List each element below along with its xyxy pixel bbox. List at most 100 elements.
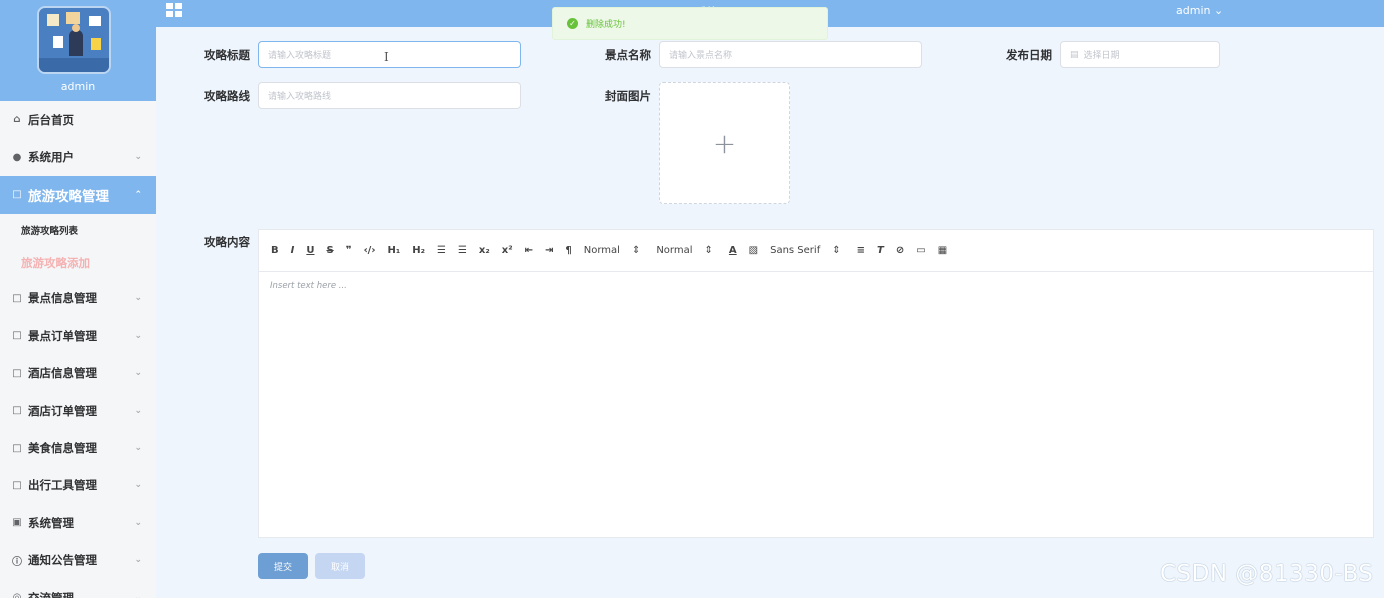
date-label: 发布日期 — [1006, 48, 1052, 62]
folder-icon: □ — [12, 189, 22, 201]
text-direction-button[interactable]: ¶ — [565, 245, 571, 256]
sidebar-subitem-guide-list[interactable]: 旅游攻略列表 — [0, 213, 156, 247]
font-select[interactable]: Sans Serif ⇕ — [770, 245, 841, 256]
chevron-down-icon: ⌄ — [134, 152, 142, 163]
header1-button[interactable]: H₁ — [387, 245, 400, 256]
sidebar-item-label: 酒店信息管理 — [28, 366, 97, 381]
folder-icon: □ — [12, 405, 22, 417]
select-arrows-icon: ⇕ — [832, 245, 841, 256]
content-label: 攻略内容 — [204, 235, 250, 249]
sidebar-item-exchange[interactable]: ◎ 交流管理 ⌄ — [0, 579, 156, 598]
chevron-down-icon: ⌄ — [134, 293, 142, 304]
clear-format-button[interactable]: T — [877, 245, 884, 256]
bullet-list-button[interactable]: ☰ — [458, 245, 467, 256]
title-placeholder: 请输入攻略标题 — [268, 51, 332, 61]
sidebar-username: admin — [60, 80, 96, 93]
avatar[interactable] — [37, 6, 111, 74]
toast-message: 删除成功! — [586, 20, 626, 30]
title-label: 攻略标题 — [204, 48, 250, 62]
editor-body[interactable]: Insert text here ... — [259, 272, 1373, 300]
chevron-down-icon: ⌄ — [134, 330, 142, 341]
menu-toggle-icon[interactable] — [166, 3, 182, 18]
date-placeholder: 选择日期 — [1083, 51, 1120, 61]
cover-label: 封面图片 — [605, 89, 651, 103]
sidebar-item-food-info[interactable]: □ 美食信息管理 ⌄ — [0, 429, 156, 466]
size-select[interactable]: Normal ⇕ — [584, 245, 641, 256]
ordered-list-button[interactable]: ☰ — [437, 245, 446, 256]
chevron-down-icon: ⌄ — [134, 443, 142, 454]
rich-text-editor[interactable]: B I U S ❞ ‹/› H₁ H₂ ☰ ☰ x₂ x² ⇤ ⇥ ¶ Norm… — [258, 229, 1374, 538]
background-color-button[interactable]: ▧ — [749, 245, 758, 256]
blockquote-button[interactable]: ❞ — [346, 245, 352, 256]
outdent-button[interactable]: ⇤ — [525, 245, 533, 256]
route-input[interactable]: 请输入攻略路线 — [258, 82, 521, 109]
sidebar-item-label: 出行工具管理 — [28, 478, 97, 493]
sidebar-item-hotel-info[interactable]: □ 酒店信息管理 ⌄ — [0, 355, 156, 392]
chevron-up-icon: ⌃ — [134, 189, 142, 200]
user-icon: ● — [12, 151, 22, 163]
folder-icon: □ — [12, 367, 22, 379]
superscript-button[interactable]: x² — [502, 245, 513, 256]
chevron-down-icon: ⌄ — [134, 555, 142, 566]
spot-name-input[interactable]: 请输入景点名称 — [659, 41, 922, 68]
strike-button[interactable]: S — [326, 245, 333, 256]
sidebar-item-notices[interactable]: ⓘ 通知公告管理 ⌄ — [0, 542, 156, 579]
route-label: 攻略路线 — [204, 89, 250, 103]
text-cursor-icon: I — [384, 50, 389, 64]
settings-icon: ▣ — [12, 517, 22, 529]
video-button[interactable]: ▦ — [938, 245, 947, 256]
font-select-label: Sans Serif — [770, 245, 821, 256]
sidebar-item-label: 旅游攻略管理 — [28, 188, 109, 205]
chevron-down-icon: ⌄ — [134, 368, 142, 379]
success-toast: ✓ 删除成功! — [552, 7, 828, 40]
title-input[interactable]: 请输入攻略标题 — [258, 41, 521, 68]
align-button[interactable]: ≡ — [857, 245, 865, 256]
home-icon: ⌂ — [13, 114, 21, 126]
italic-button[interactable]: I — [291, 245, 295, 256]
header-select[interactable]: Normal ⇕ — [656, 245, 713, 256]
calendar-icon: ▤ — [1070, 49, 1079, 60]
chevron-down-icon: ⌄ — [134, 480, 142, 491]
sidebar-subitem-guide-add[interactable]: 旅游攻略添加 — [0, 246, 156, 280]
watermark: CSDN @81330-BS — [1160, 561, 1374, 587]
sidebar-item-label: 酒店订单管理 — [28, 403, 97, 418]
sidebar-item-hotel-orders[interactable]: □ 酒店订单管理 ⌄ — [0, 392, 156, 429]
select-arrows-icon: ⇕ — [704, 245, 713, 256]
user-dropdown-label: admin — [1176, 4, 1211, 17]
chevron-down-icon: ⌄ — [134, 517, 142, 528]
cover-image-upload[interactable]: + — [659, 82, 790, 204]
submit-button[interactable]: 提交 — [258, 553, 308, 579]
bold-button[interactable]: B — [271, 245, 279, 256]
sidebar-item-system-users[interactable]: ● 系统用户 ⌄ — [0, 138, 156, 175]
info-icon: ⓘ — [12, 556, 22, 568]
sidebar-item-system[interactable]: ▣ 系统管理 ⌄ — [0, 504, 156, 541]
code-block-button[interactable]: ‹/› — [364, 245, 376, 256]
folder-icon: □ — [12, 479, 22, 491]
folder-icon: □ — [12, 292, 22, 304]
sidebar-item-label: 系统管理 — [28, 515, 74, 530]
indent-button[interactable]: ⇥ — [545, 245, 553, 256]
chevron-down-icon: ⌄ — [1213, 4, 1224, 17]
cancel-button[interactable]: 取消 — [315, 553, 365, 579]
chevron-down-icon: ⌄ — [134, 592, 142, 598]
underline-button[interactable]: U — [306, 245, 314, 256]
sidebar-item-transport[interactable]: □ 出行工具管理 ⌄ — [0, 467, 156, 504]
sidebar-item-scenic-info[interactable]: □ 景点信息管理 ⌄ — [0, 280, 156, 317]
sidebar-item-label: 后台首页 — [28, 112, 74, 127]
subscript-button[interactable]: x₂ — [479, 245, 490, 256]
font-color-button[interactable]: A — [729, 245, 737, 256]
sidebar-header: admin — [0, 0, 156, 101]
sidebar-item-label: 系统用户 — [28, 150, 74, 165]
select-arrows-icon: ⇕ — [631, 245, 641, 256]
link-button[interactable]: ⊘ — [896, 245, 904, 256]
sidebar-item-travel-guides[interactable]: □ 旅游攻略管理 ⌃ — [0, 175, 156, 214]
sidebar-item-scenic-orders[interactable]: □ 景点订单管理 ⌄ — [0, 317, 156, 354]
user-dropdown[interactable]: admin ⌄ — [1176, 4, 1223, 17]
date-picker[interactable]: ▤ 选择日期 — [1060, 41, 1220, 68]
header2-button[interactable]: H₂ — [412, 245, 425, 256]
sidebar: admin ⌂ 后台首页 ● 系统用户 ⌄ □ 旅游攻略管理 ⌃ 旅游攻略列表 … — [0, 0, 156, 598]
image-button[interactable]: ▭ — [916, 245, 925, 256]
sidebar-item-home[interactable]: ⌂ 后台首页 — [0, 101, 156, 138]
editor-toolbar: B I U S ❞ ‹/› H₁ H₂ ☰ ☰ x₂ x² ⇤ ⇥ ¶ Norm… — [259, 230, 1373, 272]
chevron-down-icon: ⌄ — [134, 405, 142, 416]
